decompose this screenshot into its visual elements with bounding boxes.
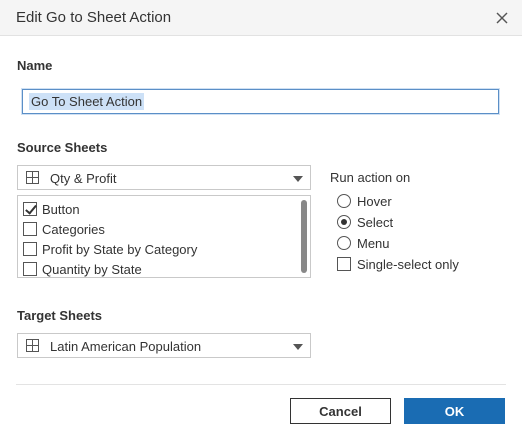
radio-button[interactable] bbox=[337, 194, 351, 208]
list-item[interactable]: Profit by State by Category bbox=[23, 239, 197, 259]
single-select-label: Single-select only bbox=[357, 256, 459, 272]
radio-button[interactable] bbox=[337, 236, 351, 250]
list-item-label: Profit by State by Category bbox=[42, 241, 198, 257]
close-button[interactable] bbox=[492, 8, 512, 28]
source-sheets-list: Button Categories Profit by State by Cat… bbox=[17, 195, 311, 278]
checkbox[interactable] bbox=[23, 202, 37, 216]
name-input[interactable]: Go To Sheet Action bbox=[22, 89, 499, 114]
source-dashboard-dropdown[interactable]: Qty & Profit bbox=[17, 165, 311, 190]
radio-menu[interactable]: Menu bbox=[337, 234, 390, 252]
target-sheets-label: Target Sheets bbox=[17, 308, 103, 323]
dashboard-grid-icon bbox=[26, 339, 39, 352]
name-input-value: Go To Sheet Action bbox=[29, 93, 145, 110]
checkbox[interactable] bbox=[23, 222, 37, 236]
radio-select[interactable]: Select bbox=[337, 213, 393, 231]
list-item[interactable]: Button bbox=[23, 199, 80, 219]
chevron-down-icon bbox=[293, 344, 303, 350]
list-item-label: Categories bbox=[42, 221, 105, 237]
radio-label: Hover bbox=[357, 193, 392, 209]
single-select-checkbox[interactable] bbox=[337, 257, 351, 271]
target-sheets-value: Latin American Population bbox=[50, 339, 202, 354]
checkbox[interactable] bbox=[23, 242, 37, 256]
target-sheets-dropdown[interactable]: Latin American Population bbox=[17, 333, 311, 358]
source-dashboard-value: Qty & Profit bbox=[50, 171, 117, 186]
cancel-button[interactable]: Cancel bbox=[290, 398, 391, 424]
radio-label: Select bbox=[357, 214, 394, 230]
list-item[interactable]: Quantity by State bbox=[23, 259, 142, 279]
dialog-title: Edit Go to Sheet Action bbox=[16, 9, 172, 26]
radio-hover[interactable]: Hover bbox=[337, 192, 392, 210]
name-label: Name bbox=[17, 58, 53, 73]
checkbox[interactable] bbox=[23, 262, 37, 276]
run-action-label: Run action on bbox=[330, 170, 411, 185]
ok-button[interactable]: OK bbox=[404, 398, 505, 424]
list-scrollbar[interactable] bbox=[301, 200, 307, 273]
list-item-label: Quantity by State bbox=[42, 261, 142, 277]
radio-label: Menu bbox=[357, 235, 390, 251]
single-select-option[interactable]: Single-select only bbox=[337, 255, 459, 273]
list-item-label: Button bbox=[42, 201, 80, 217]
close-icon bbox=[496, 12, 508, 24]
list-item[interactable]: Categories bbox=[23, 219, 105, 239]
dashboard-grid-icon bbox=[26, 171, 39, 184]
source-sheets-label: Source Sheets bbox=[17, 140, 108, 155]
footer-divider bbox=[16, 384, 506, 385]
radio-button[interactable] bbox=[337, 215, 351, 229]
dialog-title-bar: Edit Go to Sheet Action bbox=[0, 0, 522, 36]
chevron-down-icon bbox=[293, 176, 303, 182]
